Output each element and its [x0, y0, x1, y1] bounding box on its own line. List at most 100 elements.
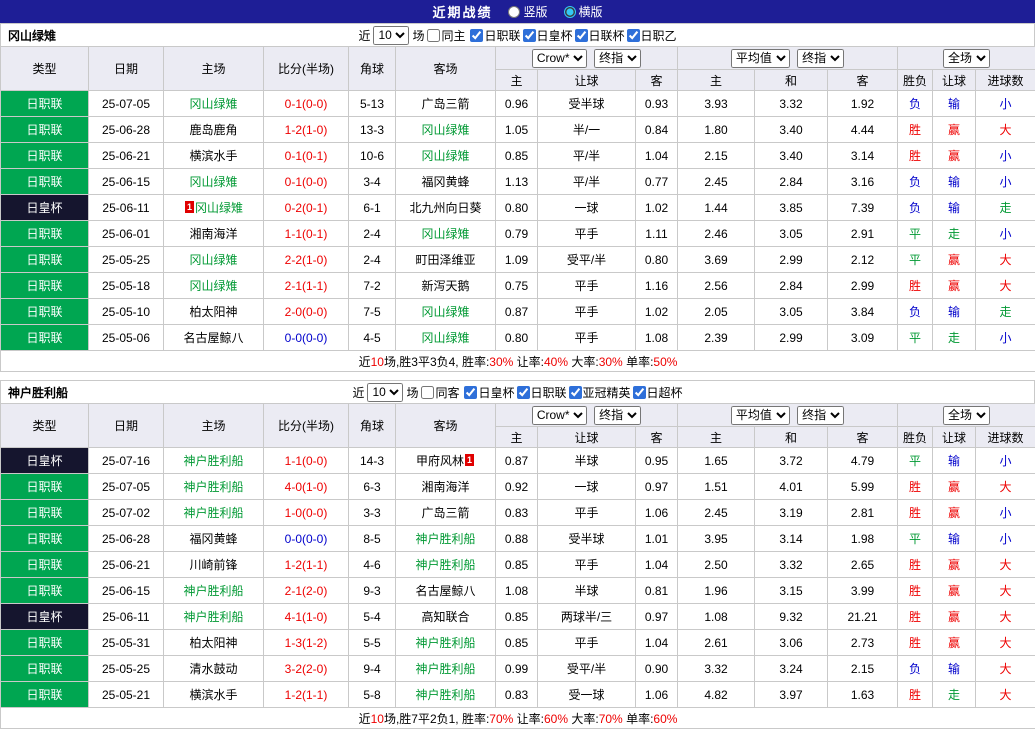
same-venue-checkbox[interactable]: [427, 29, 440, 42]
league-filter[interactable]: 日职联: [517, 384, 567, 401]
league-filter-checkbox[interactable]: [470, 29, 483, 42]
away-team-link[interactable]: 冈山绿雉: [421, 331, 469, 345]
league-filter-checkbox[interactable]: [517, 386, 530, 399]
away-team-link[interactable]: 神户胜利船: [415, 558, 475, 572]
score-cell[interactable]: 1-0(0-0): [264, 500, 349, 526]
europe-odds-stage-select[interactable]: 终指: [797, 49, 844, 68]
league-filter[interactable]: 日职乙: [627, 27, 677, 44]
away-team-link[interactable]: 冈山绿雉: [421, 305, 469, 319]
home-team-link[interactable]: 冈山绿雉: [189, 253, 237, 267]
away-team-link[interactable]: 湘南海洋: [421, 480, 469, 494]
score-cell[interactable]: 1-2(1-0): [264, 117, 349, 143]
scope-select[interactable]: 全场: [943, 406, 990, 425]
home-team-link[interactable]: 鹿岛鹿角: [189, 123, 237, 137]
match-count-select[interactable]: 10: [367, 383, 403, 402]
away-team-link[interactable]: 北九州向日葵: [409, 201, 481, 215]
asia-home-odds: 0.85: [496, 604, 538, 630]
match-count-select[interactable]: 10: [373, 26, 409, 45]
home-team-link[interactable]: 横滨水手: [189, 688, 237, 702]
away-team-link[interactable]: 名古屋鲸八: [415, 584, 475, 598]
home-team-link[interactable]: 冈山绿雉: [189, 175, 237, 189]
score-cell[interactable]: 1-3(1-2): [264, 630, 349, 656]
score-cell[interactable]: 0-2(0-1): [264, 195, 349, 221]
score-cell[interactable]: 0-1(0-0): [264, 169, 349, 195]
away-team-link[interactable]: 新泻天鹅: [421, 279, 469, 293]
home-team-link[interactable]: 湘南海洋: [189, 227, 237, 241]
score-cell[interactable]: 0-1(0-0): [264, 91, 349, 117]
home-team-link[interactable]: 冈山绿雉: [195, 201, 243, 215]
layout-option-horizontal[interactable]: 横版: [564, 3, 603, 20]
score-cell[interactable]: 1-2(1-1): [264, 682, 349, 708]
away-team-link[interactable]: 町田泽维亚: [415, 253, 475, 267]
score-cell[interactable]: 2-1(2-0): [264, 578, 349, 604]
away-team-link[interactable]: 广岛三箭: [421, 97, 469, 111]
bookmaker-select[interactable]: Crow*: [532, 49, 587, 68]
same-venue-checkbox[interactable]: [421, 386, 434, 399]
home-team-link[interactable]: 神户胜利船: [183, 584, 243, 598]
home-team-link[interactable]: 神户胜利船: [183, 480, 243, 494]
away-team-link[interactable]: 冈山绿雉: [421, 227, 469, 241]
same-venue-filter[interactable]: 同主: [427, 27, 465, 44]
away-team-link[interactable]: 冈山绿雉: [421, 123, 469, 137]
home-team-link[interactable]: 神户胜利船: [183, 506, 243, 520]
home-team-link[interactable]: 冈山绿雉: [189, 97, 237, 111]
away-team-link[interactable]: 高知联合: [421, 610, 469, 624]
score-cell[interactable]: 0-1(0-1): [264, 143, 349, 169]
league-filter[interactable]: 日联杯: [575, 27, 625, 44]
away-team-link[interactable]: 广岛三箭: [421, 506, 469, 520]
away-team-link[interactable]: 神户胜利船: [415, 532, 475, 546]
league-filter-checkbox[interactable]: [627, 29, 640, 42]
league-filter-checkbox[interactable]: [523, 29, 536, 42]
asia-odds-stage-select[interactable]: 终指: [594, 49, 641, 68]
layout-option-vertical[interactable]: 竖版: [508, 3, 547, 20]
away-team-link[interactable]: 神户胜利船: [415, 688, 475, 702]
league-filter-checkbox[interactable]: [569, 386, 582, 399]
league-filter[interactable]: 日超杯: [633, 384, 683, 401]
away-team-link[interactable]: 神户胜利船: [415, 662, 475, 676]
result-goals: 小: [976, 500, 1035, 526]
europe-odds-stage-select[interactable]: 终指: [797, 406, 844, 425]
score-cell[interactable]: 1-2(1-1): [264, 552, 349, 578]
score-cell[interactable]: 1-1(0-1): [264, 221, 349, 247]
europe-average-select[interactable]: 平均值: [731, 49, 790, 68]
score-cell[interactable]: 2-0(0-0): [264, 299, 349, 325]
home-team-link[interactable]: 名古屋鲸八: [183, 331, 243, 345]
asia-handicap: 平手: [538, 500, 636, 526]
vertical-radio[interactable]: [508, 6, 520, 18]
league-type-cell: 日皇杯: [1, 195, 89, 221]
league-filter-checkbox[interactable]: [464, 386, 477, 399]
score-cell[interactable]: 1-1(0-0): [264, 448, 349, 474]
score-cell[interactable]: 2-2(1-0): [264, 247, 349, 273]
horizontal-radio[interactable]: [564, 6, 576, 18]
score-cell[interactable]: 0-0(0-0): [264, 325, 349, 351]
league-filter[interactable]: 日皇杯: [523, 27, 573, 44]
home-team-link[interactable]: 福冈黄蜂: [189, 532, 237, 546]
home-team-link[interactable]: 神户胜利船: [183, 610, 243, 624]
away-team-link[interactable]: 神户胜利船: [415, 636, 475, 650]
score-cell[interactable]: 0-0(0-0): [264, 526, 349, 552]
league-filter-checkbox[interactable]: [633, 386, 646, 399]
league-filter[interactable]: 亚冠精英: [569, 384, 631, 401]
bookmaker-select[interactable]: Crow*: [532, 406, 587, 425]
home-team-link[interactable]: 清水鼓动: [189, 662, 237, 676]
home-team-link[interactable]: 川崎前锋: [189, 558, 237, 572]
europe-average-select[interactable]: 平均值: [731, 406, 790, 425]
score-cell[interactable]: 4-1(1-0): [264, 604, 349, 630]
scope-select[interactable]: 全场: [943, 49, 990, 68]
score-cell[interactable]: 4-0(1-0): [264, 474, 349, 500]
away-team-link[interactable]: 冈山绿雉: [421, 149, 469, 163]
home-team-link[interactable]: 柏太阳神: [189, 636, 237, 650]
score-cell[interactable]: 3-2(2-0): [264, 656, 349, 682]
score-cell[interactable]: 2-1(1-1): [264, 273, 349, 299]
away-team-link[interactable]: 福冈黄蜂: [421, 175, 469, 189]
league-filter-checkbox[interactable]: [575, 29, 588, 42]
home-team-link[interactable]: 冈山绿雉: [189, 279, 237, 293]
league-filter[interactable]: 日皇杯: [464, 384, 514, 401]
league-filter[interactable]: 日职联: [470, 27, 520, 44]
home-team-link[interactable]: 柏太阳神: [189, 305, 237, 319]
asia-odds-stage-select[interactable]: 终指: [594, 406, 641, 425]
home-team-link[interactable]: 神户胜利船: [183, 454, 243, 468]
home-team-link[interactable]: 横滨水手: [189, 149, 237, 163]
same-venue-filter[interactable]: 同客: [421, 384, 459, 401]
away-team-link[interactable]: 甲府风林: [416, 454, 464, 468]
